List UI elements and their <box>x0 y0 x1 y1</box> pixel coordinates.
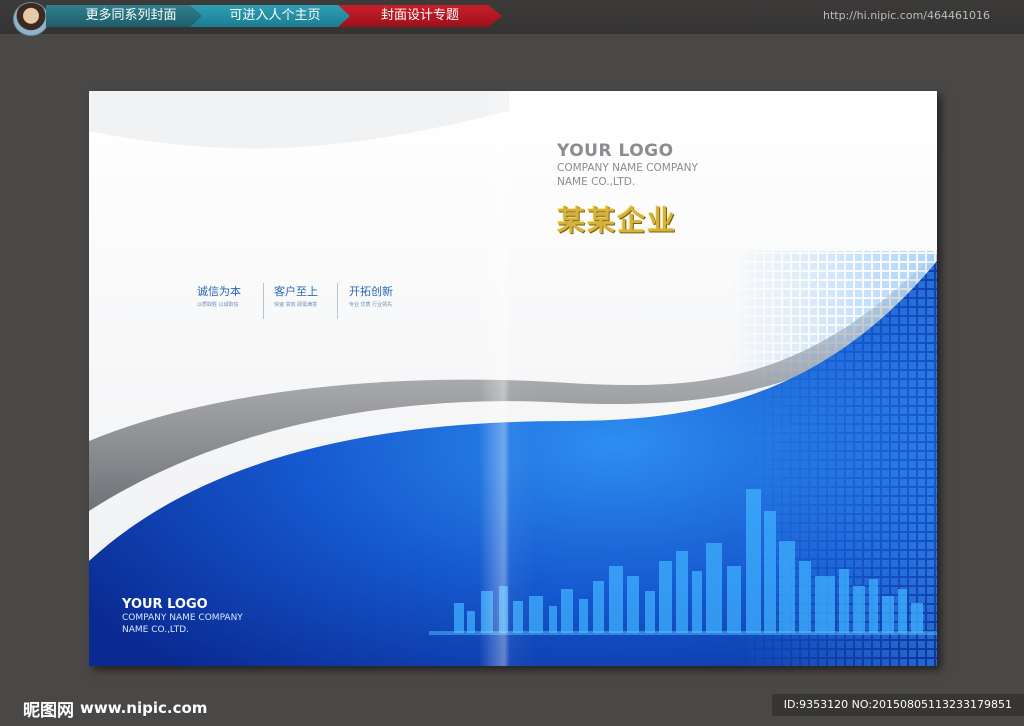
top-nav-bar: 更多同系列封面 可进入人个主页 封面设计专题 http://hi.nipic.c… <box>0 0 1024 36</box>
company-name-line: COMPANY NAME COMPANY <box>122 613 243 623</box>
motto-divider <box>337 283 338 319</box>
spine-highlight <box>479 91 535 666</box>
company-name-line: NAME CO.,LTD. <box>122 625 189 635</box>
company-name-line: NAME CO.,LTD. <box>557 176 636 188</box>
motto-item: 诚信为本 以质取胜 以诚取信 <box>197 283 267 308</box>
nipic-url[interactable]: www.nipic.com <box>80 699 207 717</box>
profile-url[interactable]: http://hi.nipic.com/464461016 <box>823 9 990 22</box>
motto-item: 客户至上 快速 高效 即需满意 <box>274 283 344 308</box>
nav-tab-label: 可进入人个主页 <box>229 8 321 23</box>
motto-divider <box>263 283 264 319</box>
motto-sub: 专业 优质 行业领先 <box>349 302 393 308</box>
logo-title: YOUR LOGO <box>557 141 674 161</box>
nav-tab-label: 更多同系列封面 <box>85 8 177 23</box>
motto-sub: 以质取胜 以诚取信 <box>197 302 239 308</box>
motto-main: 诚信为本 <box>197 285 241 298</box>
avatar[interactable] <box>13 2 49 36</box>
motto-main: 开拓创新 <box>349 285 393 298</box>
motto-item: 开拓创新 专业 优质 行业领先 <box>349 283 419 308</box>
nipic-logo: 昵图网 <box>23 701 74 721</box>
image-id-label: ID:9353120 NO:20150805113233179851 <box>771 694 1024 716</box>
company-name-line: COMPANY NAME COMPANY <box>557 162 698 174</box>
nav-tab-cover-topic[interactable]: 封面设计专题 <box>338 5 502 27</box>
company-title: 某某企业 <box>557 204 678 237</box>
nav-tab-label: 封面设计专题 <box>380 8 459 23</box>
front-cover-logo: YOUR LOGO COMPANY NAME COMPANY NAME CO.,… <box>122 597 243 636</box>
brochure-cover: YOUR LOGO COMPANY NAME COMPANY NAME CO.,… <box>89 91 937 666</box>
nav-tab-more-covers[interactable]: 更多同系列封面 <box>46 5 216 27</box>
motto-sub: 快速 高效 即需满意 <box>274 302 318 308</box>
nav-tab-homepage[interactable]: 可进入人个主页 <box>190 5 360 27</box>
motto-main: 客户至上 <box>274 285 318 298</box>
logo-title: YOUR LOGO <box>122 597 208 612</box>
back-cover-logo: YOUR LOGO COMPANY NAME COMPANY NAME CO.,… <box>557 141 698 189</box>
